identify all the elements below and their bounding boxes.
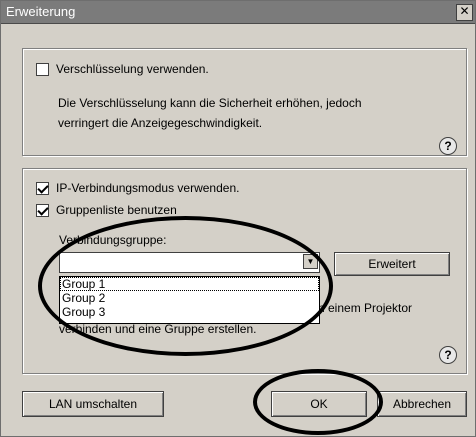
ok-button[interactable]: OK: [271, 391, 367, 417]
title-bar: Erweiterung ✕: [1, 1, 475, 24]
question-icon[interactable]: ?: [439, 346, 457, 364]
partial-text-line1: n einem Projektor: [318, 301, 413, 315]
settings-window: Erweiterung ✕ Verschlüsselung verwenden.…: [0, 0, 476, 437]
group-list-checkbox[interactable]: [36, 203, 49, 217]
group-list-checkbox-row[interactable]: Gruppenliste benutzen: [36, 203, 177, 217]
group-list-checkbox-label: Gruppenliste benutzen: [56, 203, 177, 217]
ip-mode-checkbox-row[interactable]: IP-Verbindungsmodus verwenden.: [36, 181, 239, 195]
dropdown-option[interactable]: Group 1: [60, 277, 319, 291]
close-icon[interactable]: ✕: [456, 4, 473, 21]
encryption-checkbox[interactable]: [36, 62, 49, 76]
encryption-checkbox-label: Verschlüsselung verwenden.: [56, 62, 209, 76]
connection-group-dropdown-list: Group 1 Group 2 Group 3: [59, 276, 320, 324]
window-title: Erweiterung: [6, 4, 76, 19]
encryption-description-line2: verringert die Anzeigegeschwindigkeit.: [58, 116, 263, 130]
question-icon[interactable]: ?: [439, 137, 457, 155]
dropdown-option[interactable]: Group 2: [60, 291, 319, 305]
chevron-down-icon[interactable]: ▼: [303, 254, 318, 269]
lan-switch-button[interactable]: LAN umschalten: [22, 391, 164, 417]
advanced-button[interactable]: Erweitert: [334, 252, 450, 276]
connection-group-label: Verbindungsgruppe:: [59, 233, 167, 247]
dropdown-option[interactable]: Group 3: [60, 305, 319, 319]
ip-mode-checkbox[interactable]: [36, 181, 49, 195]
ip-mode-checkbox-label: IP-Verbindungsmodus verwenden.: [56, 181, 240, 195]
encryption-description-line1: Die Verschlüsselung kann die Sicherheit …: [58, 96, 362, 110]
connection-group-select[interactable]: ▼: [59, 252, 320, 273]
encryption-checkbox-row[interactable]: Verschlüsselung verwenden.: [36, 62, 209, 76]
cancel-button[interactable]: Abbrechen: [377, 391, 467, 417]
